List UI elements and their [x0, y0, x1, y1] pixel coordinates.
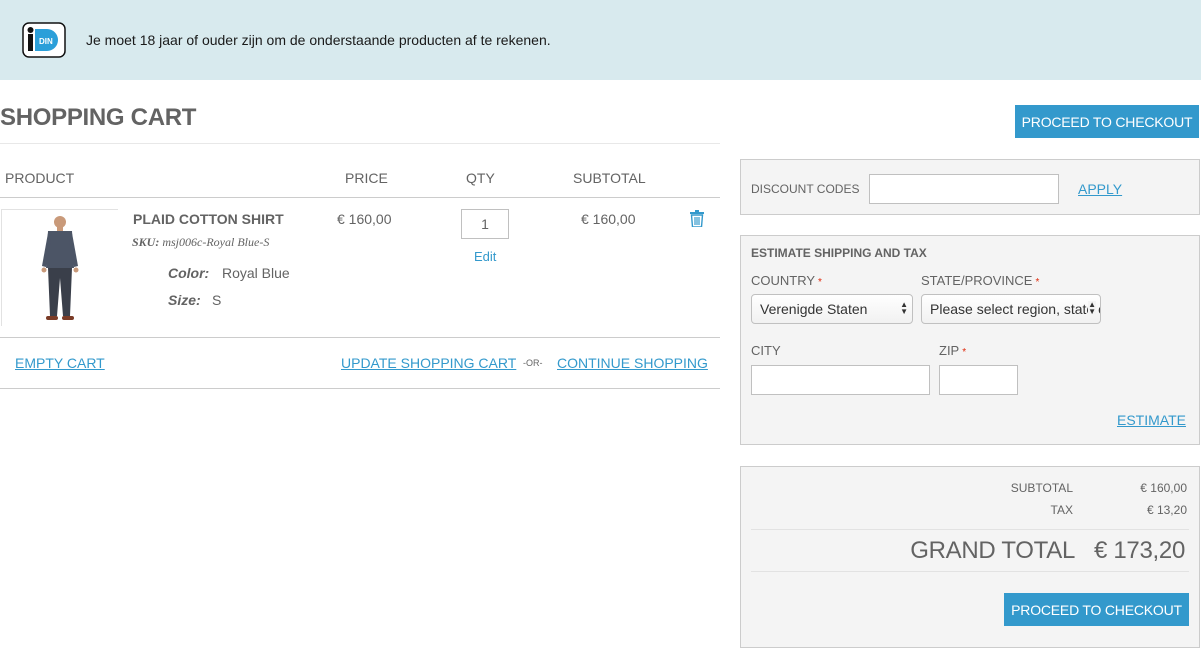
column-header-price: PRICE — [345, 170, 388, 186]
divider — [0, 337, 720, 338]
divider — [751, 571, 1189, 572]
city-input[interactable] — [751, 365, 930, 395]
shipping-title: ESTIMATE SHIPPING AND TAX — [751, 246, 927, 260]
column-header-qty: QTY — [466, 170, 495, 186]
state-label: STATE/PROVINCE * — [921, 273, 1039, 288]
country-label-text: COUNTRY — [751, 273, 816, 288]
empty-cart-button[interactable]: EMPTY CART — [15, 355, 105, 371]
product-sku: SKU: msj006c-Royal Blue-S — [132, 235, 269, 250]
zip-label-text: ZIP — [939, 343, 960, 358]
discount-label: DISCOUNT CODES — [751, 182, 860, 196]
option-label-color: Color: — [168, 265, 210, 281]
discount-panel: DISCOUNT CODES APPLY — [740, 159, 1200, 215]
continue-shopping-link[interactable]: CONTINUE SHOPPING — [557, 355, 708, 371]
edit-item-link[interactable]: Edit — [474, 249, 496, 264]
country-select[interactable]: Verenigde Staten ▲ ▼ — [751, 294, 913, 324]
subtotal-value: € 160,00 — [1140, 481, 1187, 495]
column-header-product: PRODUCT — [5, 170, 75, 186]
product-image[interactable] — [1, 209, 119, 327]
state-label-text: STATE/PROVINCE — [921, 273, 1033, 288]
quantity-input[interactable] — [461, 209, 509, 239]
column-header-subtotal: SUBTOTAL — [573, 170, 646, 186]
apply-discount-button[interactable]: APPLY — [1078, 181, 1122, 197]
grand-total-value: € 173,20 — [1093, 537, 1185, 564]
svg-text:DIN: DIN — [39, 37, 53, 46]
item-price: € 160,00 — [337, 211, 392, 227]
country-select-value: Verenigde Staten — [760, 301, 868, 317]
required-mark: * — [818, 277, 822, 288]
select-arrows-icon: ▲ ▼ — [900, 300, 908, 316]
divider — [0, 143, 720, 144]
required-mark: * — [962, 347, 967, 358]
grand-total-label: GRAND TOTAL — [910, 537, 1075, 564]
item-subtotal: € 160,00 — [581, 211, 636, 227]
estimate-button[interactable]: ESTIMATE — [1117, 412, 1186, 428]
proceed-to-checkout-button-top[interactable]: PROCEED TO CHECKOUT — [1015, 105, 1199, 138]
shipping-estimate-panel: ESTIMATE SHIPPING AND TAX COUNTRY * STATE… — [740, 235, 1200, 445]
zip-label: ZIP * — [939, 343, 966, 358]
update-cart-button[interactable]: UPDATE SHOPPING CART — [341, 355, 516, 371]
state-select-value: Please select region, state or province — [930, 301, 1100, 317]
subtotal-label: SUBTOTAL — [1010, 481, 1073, 495]
tax-label: TAX — [1050, 503, 1073, 517]
select-arrows-icon: ▲ ▼ — [1088, 300, 1096, 316]
proceed-to-checkout-button-bottom[interactable]: PROCEED TO CHECKOUT — [1004, 593, 1189, 626]
divider — [0, 388, 720, 389]
sku-value: msj006c-Royal Blue-S — [162, 235, 270, 249]
option-label-size: Size: — [168, 292, 201, 308]
notice-text: Je moet 18 jaar of ouder zijn om de onde… — [86, 32, 551, 48]
totals-panel: SUBTOTAL € 160,00 TAX € 13,20 GRAND TOTA… — [740, 466, 1200, 648]
country-label: COUNTRY * — [751, 273, 822, 288]
zip-input[interactable] — [939, 365, 1018, 395]
sku-label: SKU: — [132, 235, 160, 249]
discount-code-input[interactable] — [869, 174, 1059, 204]
page-title: SHOPPING CART — [0, 104, 197, 131]
product-image-person — [2, 210, 119, 327]
idin-logo: DIN — [22, 22, 66, 58]
divider — [751, 529, 1189, 530]
option-value-size: S — [212, 292, 222, 308]
trash-icon[interactable] — [690, 210, 704, 227]
or-separator: -OR- — [523, 358, 543, 368]
product-name[interactable]: PLAID COTTON SHIRT — [133, 211, 284, 227]
required-mark: * — [1035, 277, 1040, 288]
age-notice-banner: DIN Je moet 18 jaar of ouder zijn om de … — [0, 0, 1201, 80]
city-label: CITY — [751, 343, 781, 358]
divider — [0, 197, 720, 198]
state-select[interactable]: Please select region, state or province … — [921, 294, 1101, 324]
tax-value: € 13,20 — [1146, 503, 1187, 517]
option-value-color: Royal Blue — [222, 265, 290, 281]
